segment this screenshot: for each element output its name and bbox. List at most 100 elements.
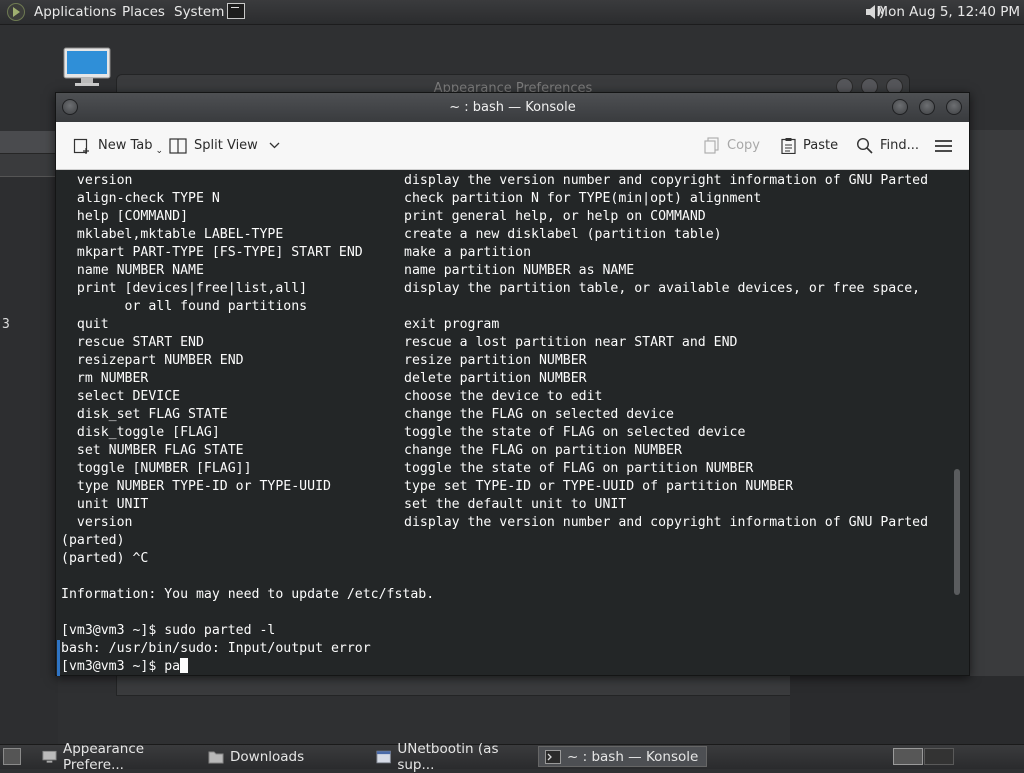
split-view-button[interactable]: Split View [169, 122, 280, 169]
menu-system[interactable]: System [174, 4, 224, 20]
menu-places[interactable]: Places [122, 4, 165, 20]
task-unetbootin[interactable]: UNetbootin (as sup... [370, 741, 534, 773]
find-label: Find... [880, 138, 920, 153]
display-icon [42, 750, 57, 763]
help-line: resizepart NUMBER END resize partition NU… [61, 352, 587, 370]
copy-label: Copy [727, 138, 760, 153]
command-description: resize partition NUMBER [404, 353, 587, 368]
chevron-down-icon[interactable]: ⌄ [156, 146, 164, 156]
help-line: unit UNIT set the default unit to UNIT [61, 496, 626, 514]
command-syntax: mkpart PART-TYPE [FS-TYPE] START END [61, 245, 363, 260]
help-line: quit exit program [61, 316, 499, 334]
help-line: disk_set FLAG STATE change the FLAG on se… [61, 406, 674, 424]
help-line: select DEVICE choose the device to edit [61, 388, 603, 406]
command-syntax: unit UNIT [61, 497, 149, 512]
maximize-icon[interactable] [919, 99, 935, 115]
text-cursor [180, 658, 189, 673]
help-line: type NUMBER TYPE-ID or TYPE-UUID type set… [61, 478, 793, 496]
command-description: display the version number and copyright… [404, 173, 929, 188]
output-line: [vm3@vm3 ~]$ sudo parted -l [61, 623, 276, 638]
command-syntax: resizepart NUMBER END [61, 353, 244, 368]
terminal-icon [545, 749, 561, 764]
background-window-strip [0, 131, 58, 154]
task-downloads[interactable]: Downloads [202, 746, 366, 767]
help-line: print [devices|free|list,all] display the… [61, 280, 920, 298]
prompt-line: [vm3@vm3 ~]$ pa [61, 658, 189, 676]
command-description: toggle the state of FLAG on partition NU… [404, 461, 754, 476]
command-syntax: quit [61, 317, 109, 332]
command-description: type set TYPE-ID or TYPE-UUID of partiti… [404, 479, 794, 494]
help-line: version display the version number and co… [61, 514, 928, 532]
distro-logo-icon[interactable] [7, 3, 25, 21]
help-line: name NUMBER NAME name partition NUMBER as… [61, 262, 634, 280]
hamburger-menu-button[interactable] [935, 122, 952, 169]
window-menu-icon[interactable] [62, 99, 78, 115]
background-window-text: 3 [2, 317, 10, 332]
terminal-scrollbar[interactable] [954, 469, 960, 595]
command-syntax: set NUMBER FLAG STATE [61, 443, 244, 458]
clock[interactable]: Mon Aug 5, 12:40 PM [876, 4, 1020, 20]
workspace-2-icon[interactable] [924, 748, 954, 765]
background-window-left[interactable]: 3 [0, 131, 58, 752]
command-description: toggle the state of FLAG on selected dev… [404, 425, 746, 440]
paste-button[interactable]: Paste [781, 122, 838, 169]
top-panel: Applications Places System Mon Aug 5, 12… [0, 0, 1024, 25]
command-syntax: print [devices|free|list,all] [61, 281, 308, 296]
task-label: ~ : bash — Konsole [567, 748, 699, 765]
help-line: disk_toggle [FLAG] toggle the state of FL… [61, 424, 746, 442]
task-konsole[interactable]: ~ : bash — Konsole [538, 746, 707, 767]
konsole-window[interactable]: ~ : bash — Konsole New Tab ⌄ Split View [55, 92, 970, 676]
output-line: (parted) ^C [61, 551, 149, 566]
help-line: mklabel,mktable LABEL-TYPE create a new d… [61, 226, 722, 244]
command-description: create a new disklabel (partition table) [404, 227, 722, 242]
command-description: print general help, or help on COMMAND [404, 209, 706, 224]
window-title: ~ : bash — Konsole [449, 100, 576, 115]
application-window-icon [376, 750, 391, 763]
show-desktop-icon[interactable] [3, 748, 21, 765]
command-description: exit program [404, 317, 500, 332]
command-syntax: mklabel,mktable LABEL-TYPE [61, 227, 284, 242]
command-description: change the FLAG on selected device [404, 407, 674, 422]
help-line: or all found partitions [61, 298, 308, 316]
close-icon[interactable] [946, 99, 962, 115]
help-line: toggle [NUMBER [FLAG]] toggle the state o… [61, 460, 753, 478]
help-line: rescue START END rescue a lost partition … [61, 334, 738, 352]
output-line: Information: You may need to update /etc… [61, 587, 435, 602]
command-description: choose the device to edit [404, 389, 603, 404]
window-titlebar[interactable]: ~ : bash — Konsole [56, 93, 969, 122]
copy-icon [704, 137, 719, 154]
terminal-output[interactable]: version display the version number and co… [56, 170, 969, 676]
minimize-icon[interactable] [892, 99, 908, 115]
background-window-pane [0, 176, 58, 752]
new-tab-button[interactable]: New Tab ⌄ [73, 122, 163, 169]
help-line: help [COMMAND] print general help, or hel… [61, 208, 706, 226]
help-line: align-check TYPE N check partition N for … [61, 190, 761, 208]
hamburger-menu-icon [935, 139, 952, 152]
new-tab-label: New Tab [98, 138, 153, 153]
command-syntax: version [61, 173, 133, 188]
new-tab-icon [73, 138, 89, 154]
output-line: (parted) [61, 533, 125, 548]
search-icon [856, 137, 873, 154]
task-label: Downloads [230, 748, 305, 765]
command-description: rescue a lost partition near START and E… [404, 335, 738, 350]
chevron-down-icon [269, 142, 280, 149]
terminal-launcher-icon[interactable] [227, 3, 245, 19]
command-description: change the FLAG on partition NUMBER [404, 443, 682, 458]
command-syntax: rm NUMBER [61, 371, 149, 386]
copy-button[interactable]: Copy [704, 122, 760, 169]
konsole-toolbar: New Tab ⌄ Split View Copy Paste Find... [56, 122, 969, 170]
command-syntax: or all found partitions [61, 299, 308, 314]
command-syntax: name NUMBER NAME [61, 263, 204, 278]
find-button[interactable]: Find... [856, 122, 919, 169]
paste-icon [781, 138, 796, 154]
command-syntax: toggle [NUMBER [FLAG]] [61, 461, 252, 476]
task-appearance-preferences[interactable]: Appearance Prefere... [36, 741, 200, 773]
background-window-bottom [790, 676, 1024, 746]
help-line: set NUMBER FLAG STATE change the FLAG on … [61, 442, 682, 460]
command-syntax: version [61, 515, 133, 530]
computer-desktop-icon[interactable] [63, 47, 111, 87]
workspace-1-icon[interactable] [893, 748, 923, 765]
menu-applications[interactable]: Applications [34, 4, 116, 20]
help-line: version display the version number and co… [61, 172, 928, 190]
